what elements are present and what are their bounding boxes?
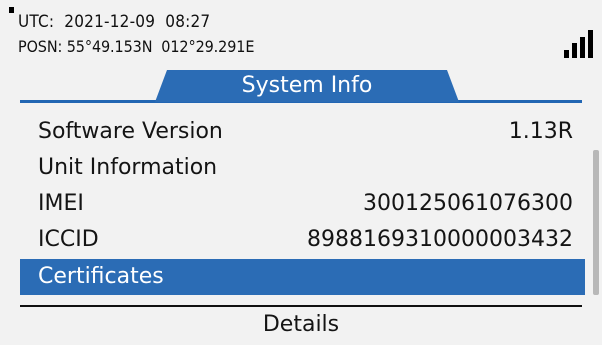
list-item-unit-information[interactable]: Unit Information: [20, 150, 585, 186]
list-item-label: ICCID: [38, 227, 99, 252]
tab-label: System Info: [241, 73, 373, 98]
list-item-imei[interactable]: IMEI 300125061076300: [20, 186, 585, 222]
list-item-software-version[interactable]: Software Version 1.13R: [20, 114, 585, 150]
signal-strength-icon: [564, 30, 596, 58]
utc-time: UTC: 2021-12-09 08:27: [18, 12, 211, 32]
list-item-value: 300125061076300: [363, 191, 573, 216]
list-item-label: Software Version: [38, 119, 223, 144]
list-item-label: Certificates: [38, 264, 164, 289]
signal-bar-4: [588, 30, 593, 58]
details-softkey[interactable]: Details: [20, 307, 582, 343]
system-info-screen: UTC: 2021-12-09 08:27 POSN: 55°49.153N 0…: [0, 0, 602, 345]
list-item-label: Unit Information: [38, 155, 218, 180]
list-item-value: 1.13R: [508, 119, 573, 144]
signal-bar-3: [580, 37, 585, 58]
list-item-label: IMEI: [38, 191, 84, 216]
position-readout: POSN: 55°49.153N 012°29.291E: [18, 37, 255, 56]
tab-system-info[interactable]: System Info: [155, 70, 459, 102]
info-list: Software Version 1.13R Unit Information …: [20, 112, 585, 302]
list-item-value: 8988169310000003432: [307, 227, 573, 252]
list-item-certificates[interactable]: Certificates: [20, 259, 585, 295]
signal-bar-2: [572, 43, 577, 58]
list-item-iccid[interactable]: ICCID 8988169310000003432: [20, 222, 585, 258]
list-scrollbar[interactable]: [593, 150, 599, 295]
signal-bar-1: [564, 50, 569, 58]
status-indicator-dot: [9, 7, 14, 13]
